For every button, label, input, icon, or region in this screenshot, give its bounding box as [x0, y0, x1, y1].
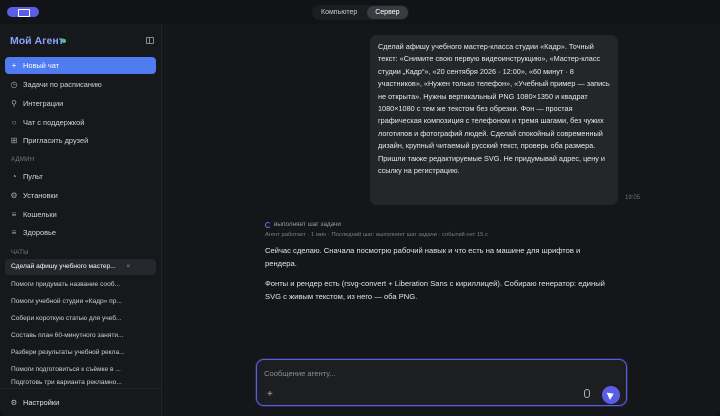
brand-title: Мой Агент — [10, 35, 64, 47]
sidebar-item-health[interactable]: ≡ Здоровье — [5, 224, 156, 241]
settings-icon: ⚙ — [10, 191, 18, 200]
chat-item[interactable]: Подготовь три варианта рекламно... — [5, 378, 156, 388]
gear-icon: ⚙ — [10, 397, 18, 407]
wallet-icon: ≡ — [11, 210, 17, 219]
message-input[interactable] — [264, 367, 594, 379]
chat-area: Сделай афишу учебного мастер-класса студ… — [163, 24, 720, 416]
send-button[interactable] — [602, 386, 620, 404]
attach-plus-icon[interactable]: + — [267, 389, 273, 400]
message-time: 19:05 — [625, 195, 641, 201]
new-chat-button[interactable]: + Новый чат — [5, 57, 156, 74]
agent-reply: Сейчас сделаю. Сначала посмотрю рабочий … — [265, 246, 581, 268]
agent-status: выполняет шаг задачи — [265, 221, 341, 228]
sidebar-item-wallets[interactable]: ≡ Кошельки — [5, 206, 156, 223]
nav-label: Пригласить друзей — [23, 136, 89, 145]
status-text: выполняет шаг задачи — [274, 221, 341, 228]
agent-reply: Фонты и рендер есть (rsvg-convert + Libe… — [265, 279, 605, 301]
nav-label: Кошельки — [23, 210, 57, 219]
message-composer: + — [256, 359, 627, 406]
settings-button[interactable]: ⚙ Настройки — [5, 394, 60, 410]
agent-meta: Агент работает · 1 мин · Последний шаг: … — [265, 232, 488, 238]
close-icon[interactable]: × — [126, 259, 130, 275]
sidebar-item-schedule[interactable]: ◷ Задачи по расписанию — [5, 76, 156, 93]
nav-label: Пульт — [23, 172, 43, 181]
sidebar-item-dashboard[interactable]: ◔ Пульт — [5, 168, 156, 185]
spinner-icon — [265, 221, 271, 228]
collapse-sidebar-icon[interactable] — [146, 37, 154, 44]
chat-item[interactable]: Собери короткую статью для учеб... — [5, 311, 156, 327]
chat-icon: ○ — [11, 118, 17, 127]
chat-title: Сделай афишу учебного мастер... — [11, 263, 116, 270]
nav-label: Чат с поддержкой — [23, 118, 85, 127]
nav-label: Новый чат — [23, 61, 60, 70]
app-window: Компьютер Сервер Мой Агент + Новый чат ◷… — [0, 0, 720, 416]
clock-icon: ◷ — [10, 80, 18, 89]
top-bar: Компьютер Сервер — [0, 0, 720, 24]
online-status-dot — [62, 39, 66, 43]
health-icon: ≡ — [11, 228, 17, 237]
nav-label: Интеграции — [23, 99, 64, 108]
chat-item[interactable]: Составь план 60-минутного заняти... — [5, 328, 156, 344]
microphone-icon[interactable] — [584, 389, 590, 398]
chats-section-label: ЧАТЫ — [11, 250, 29, 256]
settings-label: Настройки — [23, 397, 60, 407]
user-message: Сделай афишу учебного мастер-класса студ… — [370, 35, 618, 205]
tab-computer[interactable]: Компьютер — [313, 6, 365, 19]
sidebar-item-settings-admin[interactable]: ⚙ Установки — [5, 187, 156, 204]
admin-section-label: АДМИН — [11, 157, 35, 163]
sidebar-item-integrations[interactable]: ⚲ Интеграции — [5, 95, 156, 112]
chat-item[interactable]: Разбери результаты учебной рекла... — [5, 345, 156, 361]
plus-icon: + — [11, 61, 17, 70]
nav-label: Задачи по расписанию — [23, 80, 102, 89]
dashboard-icon: ◔ — [11, 172, 17, 181]
nav-label: Установки — [23, 191, 58, 200]
divider — [0, 388, 162, 389]
sidebar-item-invite[interactable]: ⊞ Пригласить друзей — [5, 132, 156, 149]
app-logo-icon[interactable] — [7, 7, 39, 17]
chat-item[interactable]: Сделай афишу учебного мастер... × — [5, 259, 156, 275]
plug-icon: ⚲ — [11, 99, 17, 108]
mode-switch: Компьютер Сервер — [312, 5, 409, 20]
nav-label: Здоровье — [23, 228, 56, 237]
tab-server[interactable]: Сервер — [367, 6, 408, 19]
sidebar: Мой Агент + Новый чат ◷ Задачи по распис… — [0, 24, 162, 416]
chat-item[interactable]: Помоги придумать название сооб... — [5, 277, 156, 293]
chat-item[interactable]: Помоги учебной студии «Кадр» пр... — [5, 294, 156, 310]
chat-item[interactable]: Помоги подготовиться к съёмке в ... — [5, 362, 156, 378]
sidebar-item-support[interactable]: ○ Чат с поддержкой — [5, 114, 156, 131]
gift-icon: ⊞ — [10, 136, 18, 145]
